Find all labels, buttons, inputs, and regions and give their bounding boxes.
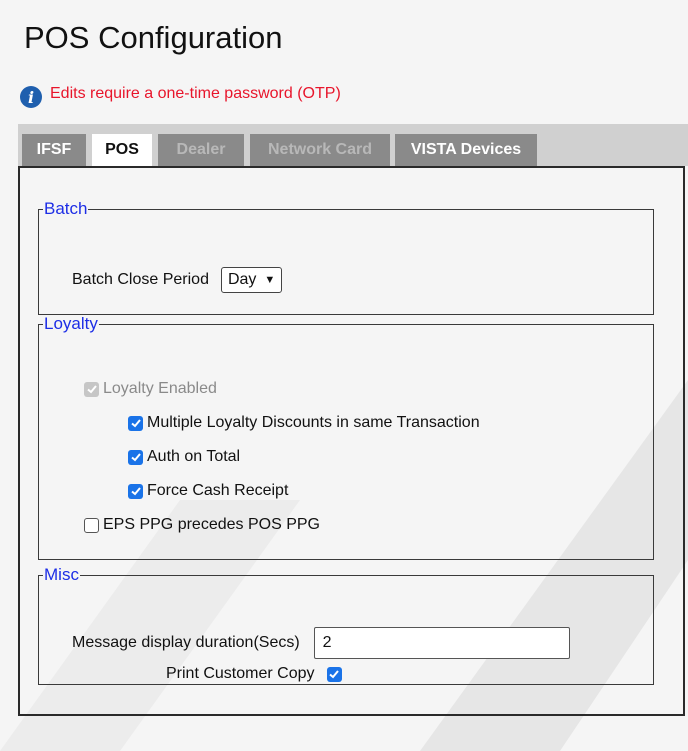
check-icon [329,670,339,679]
batch-legend: Batch [44,199,88,218]
message-duration-row: Message display duration(Secs) 2 [72,627,570,659]
multiple-discounts-checkbox[interactable] [128,415,143,431]
otp-notice: i Edits require a one-time password (OTP… [20,80,341,108]
loyalty-enabled-checkbox[interactable] [84,381,99,397]
print-customer-copy-checkbox[interactable] [326,666,342,682]
force-cash-receipt-row: Force Cash Receipt [128,482,288,500]
tab-pos[interactable]: POS [92,134,152,168]
misc-legend: Misc [44,565,79,584]
auth-on-total-row: Auth on Total [128,448,240,466]
force-cash-receipt-checkbox[interactable] [128,483,143,499]
chevron-down-icon: ▼ [264,274,276,286]
check-icon [130,453,141,462]
info-icon: i [20,86,42,108]
multiple-discounts-label: Multiple Loyalty Discounts in same Trans… [147,414,480,431]
loyalty-legend: Loyalty [44,314,98,333]
page-title: POS Configuration [24,20,283,55]
eps-ppg-checkbox[interactable] [84,517,99,533]
loyalty-enabled-label: Loyalty Enabled [103,380,217,397]
tab-ifsf[interactable]: IFSF [22,134,86,166]
message-duration-label: Message display duration(Secs) [72,634,300,651]
otp-notice-text: Edits require a one-time password (OTP) [50,85,341,102]
auth-on-total-checkbox[interactable] [128,449,143,465]
tab-vista-devices[interactable]: VISTA Devices [395,134,537,166]
print-customer-copy-row: Print Customer Copy [166,665,346,683]
check-icon [130,487,141,496]
message-duration-input[interactable]: 2 [313,627,570,659]
loyalty-fieldset: Loyalty Loyalty Enabled Multiple Loyalty… [38,314,654,560]
loyalty-enabled-row: Loyalty Enabled [84,380,217,398]
check-icon [130,419,141,428]
tab-network-card[interactable]: Network Card [250,134,390,166]
auth-on-total-label: Auth on Total [147,448,241,465]
eps-ppg-label: EPS PPG precedes POS PPG [103,516,320,533]
batch-fieldset: Batch Batch Close Period Day ▼ [38,199,654,315]
force-cash-receipt-label: Force Cash Receipt [147,482,289,499]
eps-ppg-row: EPS PPG precedes POS PPG [84,516,320,534]
print-customer-copy-label: Print Customer Copy [166,665,315,682]
tab-bar: IFSF POS Dealer Network Card VISTA Devic… [18,124,688,168]
batch-close-period-label: Batch Close Period [72,271,209,288]
batch-close-period-value: Day [227,271,257,288]
pos-settings-panel: Batch Batch Close Period Day ▼ Loyalty L… [18,166,685,716]
check-icon [86,385,97,394]
misc-fieldset: Misc Message display duration(Secs) 2 Pr… [38,565,654,685]
multiple-discounts-row: Multiple Loyalty Discounts in same Trans… [128,414,480,432]
tab-dealer[interactable]: Dealer [158,134,244,166]
batch-close-period-select[interactable]: Day ▼ [220,267,283,293]
